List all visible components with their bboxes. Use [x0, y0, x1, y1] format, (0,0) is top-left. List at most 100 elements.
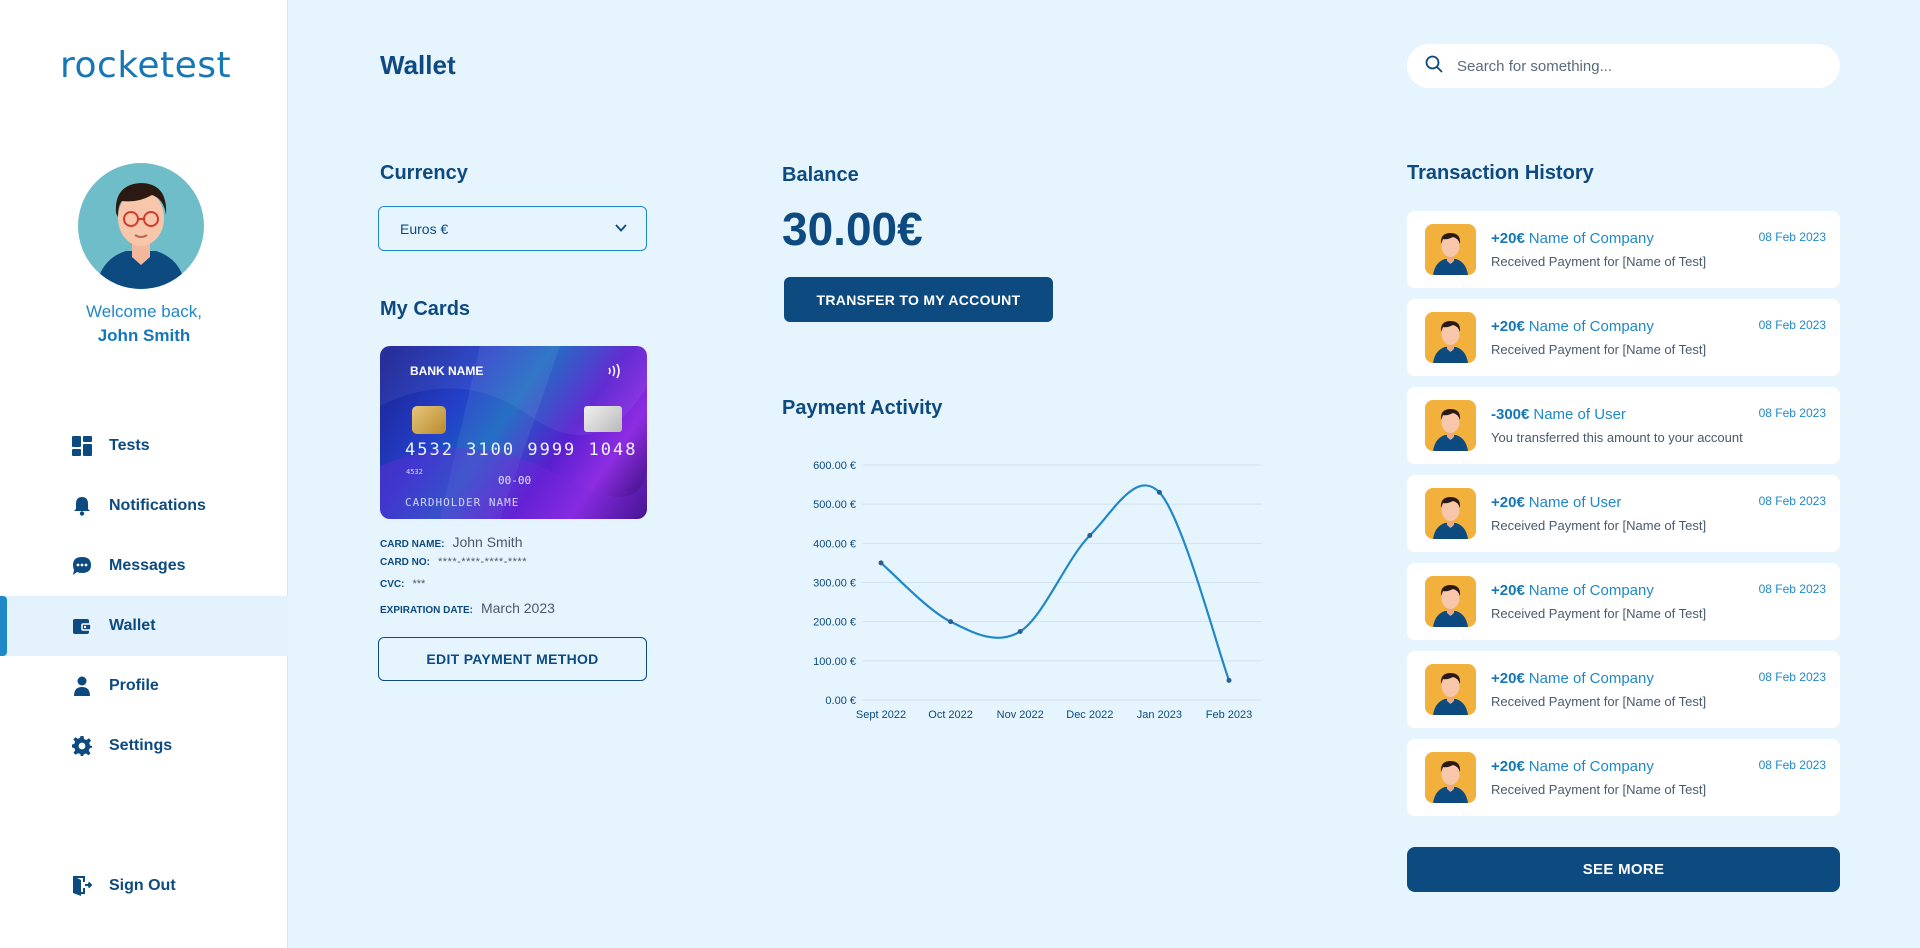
- sidebar-item-label: Wallet: [109, 617, 156, 634]
- transaction-item[interactable]: +20€ Name of User Received Payment for [Na…: [1407, 475, 1840, 552]
- sidebar-item-messages[interactable]: Messages: [0, 536, 288, 596]
- transfer-button[interactable]: TRANSFER TO MY ACCOUNT: [784, 277, 1053, 322]
- x-tick-label: Nov 2022: [997, 709, 1044, 721]
- see-more-button[interactable]: SEE MORE: [1407, 847, 1840, 892]
- gear-icon: [71, 735, 93, 757]
- user-name: John Smith: [97, 326, 191, 345]
- sidebar-item-wallet[interactable]: Wallet: [0, 596, 288, 656]
- transaction-description: Received Payment for [Name of Test]: [1491, 606, 1707, 621]
- transaction-date: 08 Feb 2023: [1758, 582, 1826, 596]
- card-number-value: ****-****-****-****: [438, 556, 527, 568]
- transaction-date: 08 Feb 2023: [1758, 406, 1826, 420]
- transaction-item[interactable]: +20€ Name of Company Received Payment for …: [1407, 211, 1840, 288]
- transaction-title: +20€ Name of Company: [1491, 582, 1654, 599]
- chat-icon: [71, 555, 93, 577]
- person-icon: [71, 675, 93, 697]
- data-point[interactable]: [1087, 533, 1093, 538]
- card-cvc-label: CVC:: [380, 579, 405, 590]
- transaction-date: 08 Feb 2023: [1758, 230, 1826, 244]
- transaction-description: You transferred this amount to your acco…: [1491, 430, 1743, 445]
- sidebar-item-profile[interactable]: Profile: [0, 656, 288, 716]
- y-tick-label: 200.00 €: [813, 617, 856, 629]
- transaction-description: Received Payment for [Name of Test]: [1491, 342, 1707, 357]
- balance-title: Balance: [782, 164, 859, 186]
- sidebar-item-notifications[interactable]: Notifications: [0, 476, 288, 536]
- search-icon: [1425, 55, 1443, 78]
- data-point[interactable]: [948, 619, 954, 625]
- transaction-item[interactable]: +20€ Name of Company Received Payment for …: [1407, 739, 1840, 816]
- transaction-date: 08 Feb 2023: [1758, 758, 1826, 772]
- bell-icon: [71, 495, 93, 517]
- transaction-avatar: [1425, 400, 1476, 451]
- avatar: [78, 163, 204, 289]
- data-point[interactable]: [1226, 677, 1232, 683]
- card-cvc-row: CVC: ***: [380, 578, 425, 590]
- credit-card[interactable]: BANK NAME 4532 3100 9999 1048 4532 00-00…: [380, 346, 647, 519]
- person-avatar-icon: [96, 183, 186, 289]
- transaction-avatar: [1425, 752, 1476, 803]
- transaction-title: -300€ Name of User: [1491, 406, 1626, 423]
- card-hologram: [584, 406, 622, 432]
- card-number-visual: 4532 3100 9999 1048: [405, 440, 638, 460]
- logo[interactable]: rocketest: [60, 40, 231, 90]
- card-number-row: CARD NO: ****-****-****-****: [380, 556, 527, 568]
- search-bar[interactable]: [1407, 44, 1840, 88]
- transaction-item[interactable]: +20€ Name of Company Received Payment for …: [1407, 651, 1840, 728]
- chevron-down-icon: [614, 221, 628, 238]
- x-tick-label: Oct 2022: [928, 709, 973, 721]
- transaction-avatar: [1425, 664, 1476, 715]
- transaction-party: Name of Company: [1528, 582, 1654, 599]
- transaction-item[interactable]: -300€ Name of User You transferred this am…: [1407, 387, 1840, 464]
- transaction-party: Name of Company: [1528, 318, 1654, 335]
- card-cvc-value: ***: [412, 578, 426, 590]
- sidebar-item-settings[interactable]: Settings: [0, 716, 288, 776]
- x-tick-label: Jan 2023: [1137, 709, 1182, 721]
- transaction-description: Received Payment for [Name of Test]: [1491, 518, 1707, 533]
- page-title: Wallet: [380, 50, 456, 80]
- y-tick-label: 500.00 €: [813, 499, 856, 511]
- contactless-icon: [606, 362, 622, 385]
- my-cards-title: My Cards: [380, 298, 471, 320]
- wallet-icon: [71, 615, 93, 637]
- welcome-text: Welcome back,: [86, 302, 202, 321]
- card-expiration-value: March 2023: [480, 600, 555, 616]
- transaction-amount: +20€: [1491, 582, 1525, 599]
- currency-title: Currency: [380, 162, 468, 184]
- sidebar-item-label: Notifications: [109, 497, 206, 514]
- sidebar-item-label: Settings: [109, 737, 173, 754]
- currency-select[interactable]: Euros €: [378, 206, 647, 251]
- transaction-date: 08 Feb 2023: [1758, 318, 1826, 332]
- payment-activity-chart: 0.00 € 100.00 € 200.00 € 300.00 € 400.00 € 50…: [813, 460, 1262, 721]
- data-point[interactable]: [1156, 489, 1162, 495]
- search-input[interactable]: [1457, 57, 1817, 75]
- door-exit-icon: [71, 875, 93, 897]
- card-chip: [412, 406, 446, 434]
- transaction-history-title: Transaction History: [1407, 162, 1594, 184]
- data-point[interactable]: [1017, 628, 1023, 634]
- card-holder-visual: CARDHOLDER NAME: [405, 496, 520, 509]
- payment-activity-title: Payment Activity: [782, 397, 943, 419]
- transaction-party: Name of User: [1533, 406, 1626, 423]
- sidebar-item-label: Tests: [109, 437, 150, 454]
- edit-payment-method-button[interactable]: EDIT PAYMENT METHOD: [378, 637, 647, 681]
- card-small-number: 4532: [406, 468, 423, 476]
- transaction-title: +20€ Name of User: [1491, 494, 1621, 511]
- transaction-amount: +20€: [1491, 758, 1525, 775]
- transaction-avatar: [1425, 488, 1476, 539]
- transaction-avatar: [1425, 576, 1476, 627]
- transaction-title: +20€ Name of Company: [1491, 318, 1654, 335]
- sidebar-item-label: Messages: [109, 557, 186, 574]
- transaction-title: +20€ Name of Company: [1491, 670, 1654, 687]
- transaction-description: Received Payment for [Name of Test]: [1491, 254, 1707, 269]
- x-tick-label: Dec 2022: [1066, 709, 1113, 721]
- card-expiry-visual: 00-00: [498, 474, 532, 487]
- transaction-date: 08 Feb 2023: [1758, 670, 1826, 684]
- transaction-item[interactable]: +20€ Name of Company Received Payment for …: [1407, 563, 1840, 640]
- sidebar-item-label: Profile: [109, 677, 159, 694]
- transaction-item[interactable]: +20€ Name of Company Received Payment for …: [1407, 299, 1840, 376]
- transaction-amount: +20€: [1491, 230, 1525, 247]
- sidebar-item-tests[interactable]: Tests: [0, 416, 288, 476]
- data-point[interactable]: [878, 560, 884, 566]
- transaction-avatar: [1425, 224, 1476, 275]
- sign-out-button[interactable]: Sign Out: [0, 856, 288, 916]
